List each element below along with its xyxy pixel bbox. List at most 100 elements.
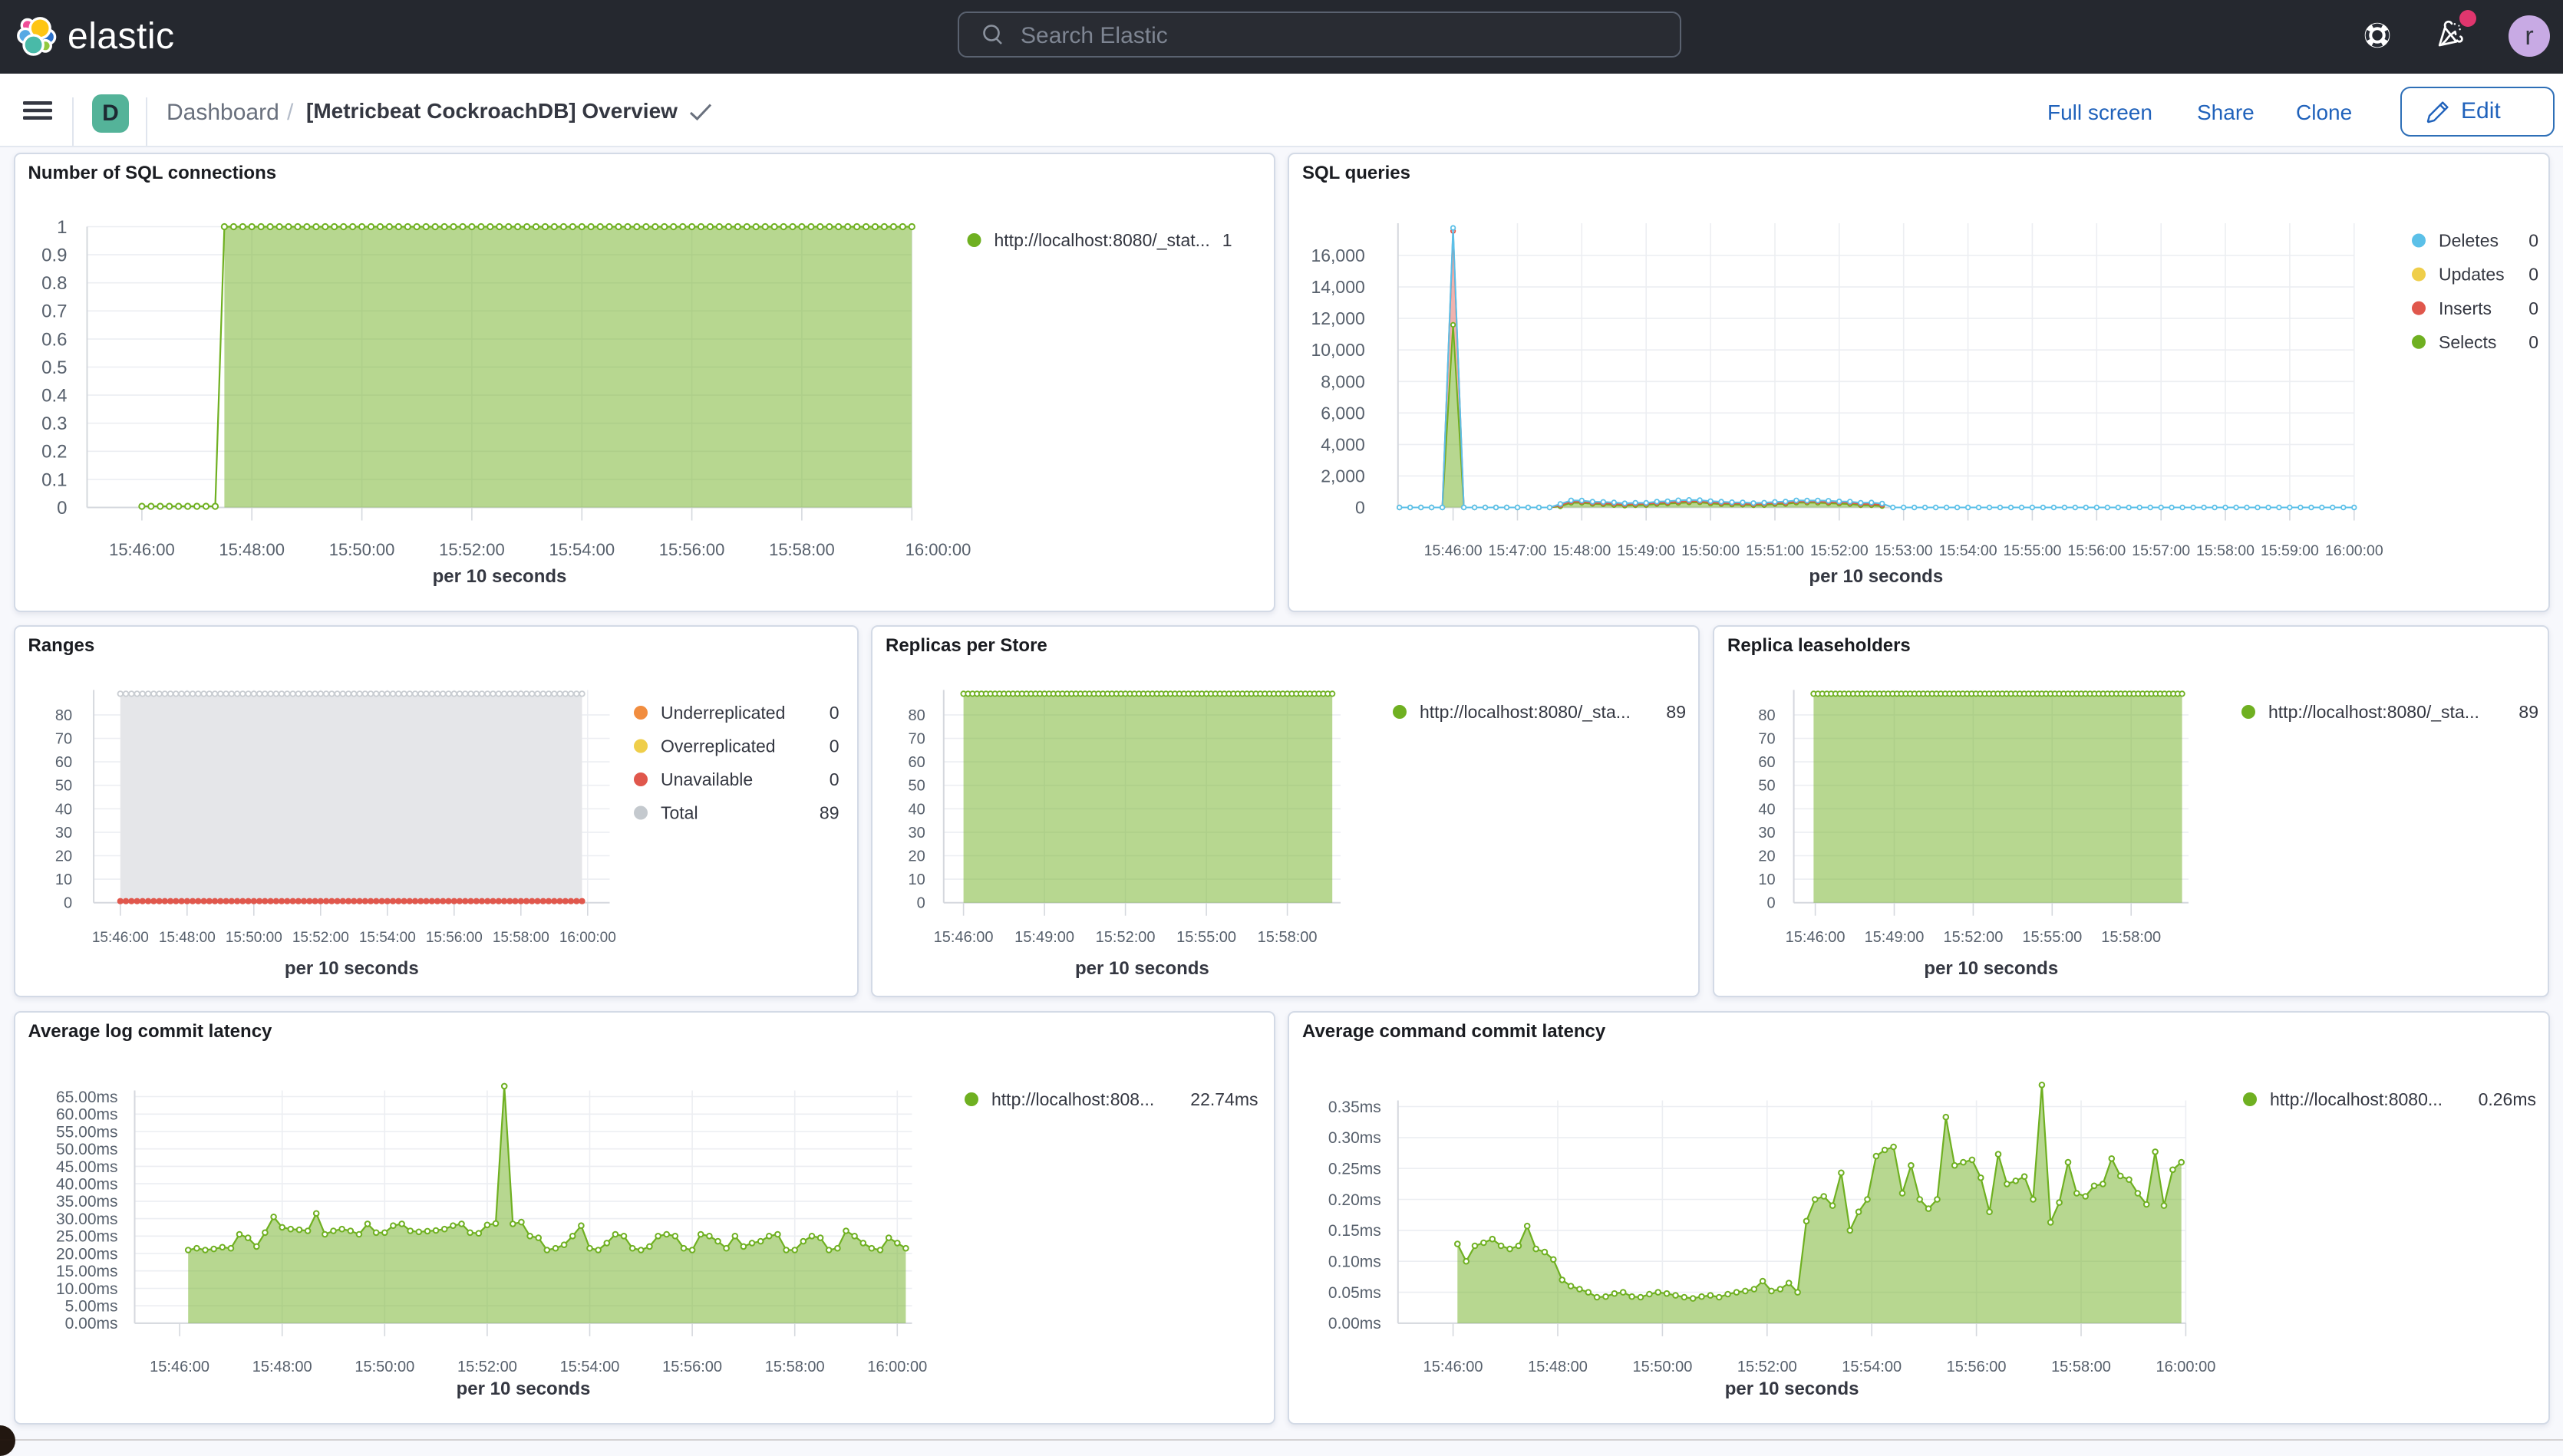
- svg-text:0.00ms: 0.00ms: [64, 1315, 117, 1332]
- svg-text:15:50:00: 15:50:00: [328, 540, 394, 559]
- svg-text:89: 89: [1666, 702, 1686, 722]
- svg-text:0.6: 0.6: [41, 329, 67, 350]
- svg-text:15:52:00: 15:52:00: [457, 1359, 516, 1375]
- svg-text:15:46:00: 15:46:00: [1424, 542, 1483, 559]
- svg-text:per 10 seconds: per 10 seconds: [1075, 958, 1209, 979]
- svg-text:2,000: 2,000: [1321, 466, 1365, 486]
- svg-text:15:56:00: 15:56:00: [2067, 542, 2126, 559]
- svg-text:http://localhost:8080...: http://localhost:8080...: [2270, 1089, 2443, 1109]
- svg-text:15:56:00: 15:56:00: [662, 1359, 722, 1375]
- svg-text:10: 10: [54, 871, 71, 888]
- svg-text:4,000: 4,000: [1321, 434, 1365, 454]
- svg-text:per 10 seconds: per 10 seconds: [432, 566, 566, 587]
- svg-text:15:49:00: 15:49:00: [1014, 929, 1074, 946]
- svg-text:70: 70: [1758, 730, 1775, 747]
- svg-text:15:58:00: 15:58:00: [2196, 542, 2255, 559]
- svg-text:0.5: 0.5: [41, 357, 67, 377]
- svg-text:30.00ms: 30.00ms: [55, 1211, 117, 1228]
- svg-text:10: 10: [909, 871, 925, 888]
- svg-text:15:50:00: 15:50:00: [355, 1359, 414, 1375]
- svg-text:0.2: 0.2: [41, 441, 67, 462]
- svg-text:10: 10: [1758, 871, 1775, 888]
- svg-text:25.00ms: 25.00ms: [55, 1228, 117, 1246]
- svg-text:20: 20: [909, 848, 925, 865]
- svg-text:per 10 seconds: per 10 seconds: [1809, 566, 1943, 587]
- svg-text:0: 0: [1355, 497, 1365, 517]
- svg-text:35.00ms: 35.00ms: [55, 1193, 117, 1211]
- svg-text:0.05ms: 0.05ms: [1328, 1284, 1381, 1302]
- svg-text:15:54:00: 15:54:00: [1842, 1359, 1902, 1375]
- svg-text:70: 70: [54, 730, 71, 747]
- svg-text:0: 0: [2528, 331, 2538, 351]
- svg-text:15:46:00: 15:46:00: [1423, 1359, 1483, 1375]
- svg-text:15:46:00: 15:46:00: [934, 929, 994, 946]
- svg-text:0.3: 0.3: [41, 413, 67, 434]
- svg-text:0.7: 0.7: [41, 301, 67, 321]
- svg-text:0.26ms: 0.26ms: [2479, 1089, 2536, 1109]
- svg-text:0: 0: [829, 703, 839, 723]
- svg-text:per 10 seconds: per 10 seconds: [284, 958, 418, 979]
- svg-text:15:54:00: 15:54:00: [559, 1359, 619, 1375]
- svg-text:http://localhost:8080/_stat...: http://localhost:8080/_stat...: [994, 230, 1209, 250]
- svg-text:15:52:00: 15:52:00: [1737, 1359, 1797, 1375]
- svg-text:0.8: 0.8: [41, 273, 67, 294]
- svg-text:50: 50: [1758, 777, 1775, 794]
- svg-text:80: 80: [1758, 707, 1775, 723]
- svg-text:15:56:00: 15:56:00: [425, 930, 482, 946]
- svg-text:per 10 seconds: per 10 seconds: [456, 1379, 590, 1399]
- svg-text:60: 60: [54, 754, 71, 771]
- svg-text:16:00:00: 16:00:00: [2325, 542, 2383, 559]
- svg-text:60.00ms: 60.00ms: [55, 1106, 117, 1124]
- svg-text:15:55:00: 15:55:00: [2003, 542, 2061, 559]
- svg-text:Deletes: Deletes: [2439, 230, 2499, 250]
- svg-text:0.15ms: 0.15ms: [1328, 1222, 1381, 1240]
- svg-text:Overreplicated: Overreplicated: [661, 736, 776, 756]
- svg-text:0: 0: [1766, 894, 1775, 911]
- svg-text:0.20ms: 0.20ms: [1328, 1191, 1381, 1209]
- svg-text:12,000: 12,000: [1311, 308, 1364, 328]
- svg-text:80: 80: [54, 707, 71, 723]
- svg-text:0: 0: [917, 894, 925, 911]
- svg-text:0.4: 0.4: [41, 385, 67, 406]
- svg-text:15:46:00: 15:46:00: [150, 1359, 209, 1375]
- svg-text:1: 1: [1222, 230, 1232, 250]
- svg-text:15:55:00: 15:55:00: [1176, 929, 1236, 946]
- svg-text:60: 60: [909, 754, 925, 771]
- svg-text:16,000: 16,000: [1311, 245, 1364, 265]
- svg-text:50.00ms: 50.00ms: [55, 1141, 117, 1158]
- svg-text:http://localhost:808...: http://localhost:808...: [991, 1089, 1154, 1109]
- svg-text:20: 20: [1758, 848, 1775, 865]
- svg-text:89: 89: [2518, 702, 2538, 722]
- svg-text:5.00ms: 5.00ms: [64, 1298, 117, 1316]
- svg-text:30: 30: [54, 824, 71, 841]
- svg-text:0.10ms: 0.10ms: [1328, 1253, 1381, 1271]
- svg-text:15:46:00: 15:46:00: [1786, 929, 1846, 946]
- svg-text:15:48:00: 15:48:00: [219, 540, 285, 559]
- svg-text:15:47:00: 15:47:00: [1489, 542, 1547, 559]
- svg-text:15:46:00: 15:46:00: [109, 540, 175, 559]
- svg-text:Updates: Updates: [2439, 264, 2505, 284]
- svg-text:15:58:00: 15:58:00: [769, 540, 835, 559]
- svg-text:0: 0: [63, 894, 71, 911]
- svg-text:70: 70: [909, 730, 925, 747]
- svg-text:Inserts: Inserts: [2439, 298, 2492, 318]
- svg-text:15:50:00: 15:50:00: [1632, 1359, 1692, 1375]
- svg-text:16:00:00: 16:00:00: [559, 930, 615, 946]
- svg-text:10.00ms: 10.00ms: [55, 1280, 117, 1298]
- svg-text:15:48:00: 15:48:00: [158, 930, 215, 946]
- svg-text:16:00:00: 16:00:00: [905, 540, 971, 559]
- svg-text:60: 60: [1758, 754, 1775, 771]
- svg-text:15:49:00: 15:49:00: [1865, 929, 1925, 946]
- svg-text:0.30ms: 0.30ms: [1328, 1129, 1381, 1147]
- svg-text:0.1: 0.1: [41, 469, 67, 490]
- svg-text:0: 0: [2528, 230, 2538, 250]
- svg-text:16:00:00: 16:00:00: [2156, 1359, 2215, 1375]
- svg-text:15:49:00: 15:49:00: [1617, 542, 1675, 559]
- svg-text:0.35ms: 0.35ms: [1328, 1099, 1381, 1116]
- svg-text:15:59:00: 15:59:00: [2261, 542, 2319, 559]
- svg-text:15:54:00: 15:54:00: [549, 540, 615, 559]
- svg-text:15:58:00: 15:58:00: [764, 1359, 824, 1375]
- svg-text:40.00ms: 40.00ms: [55, 1176, 117, 1194]
- svg-text:15:50:00: 15:50:00: [225, 930, 282, 946]
- svg-text:40: 40: [909, 801, 925, 818]
